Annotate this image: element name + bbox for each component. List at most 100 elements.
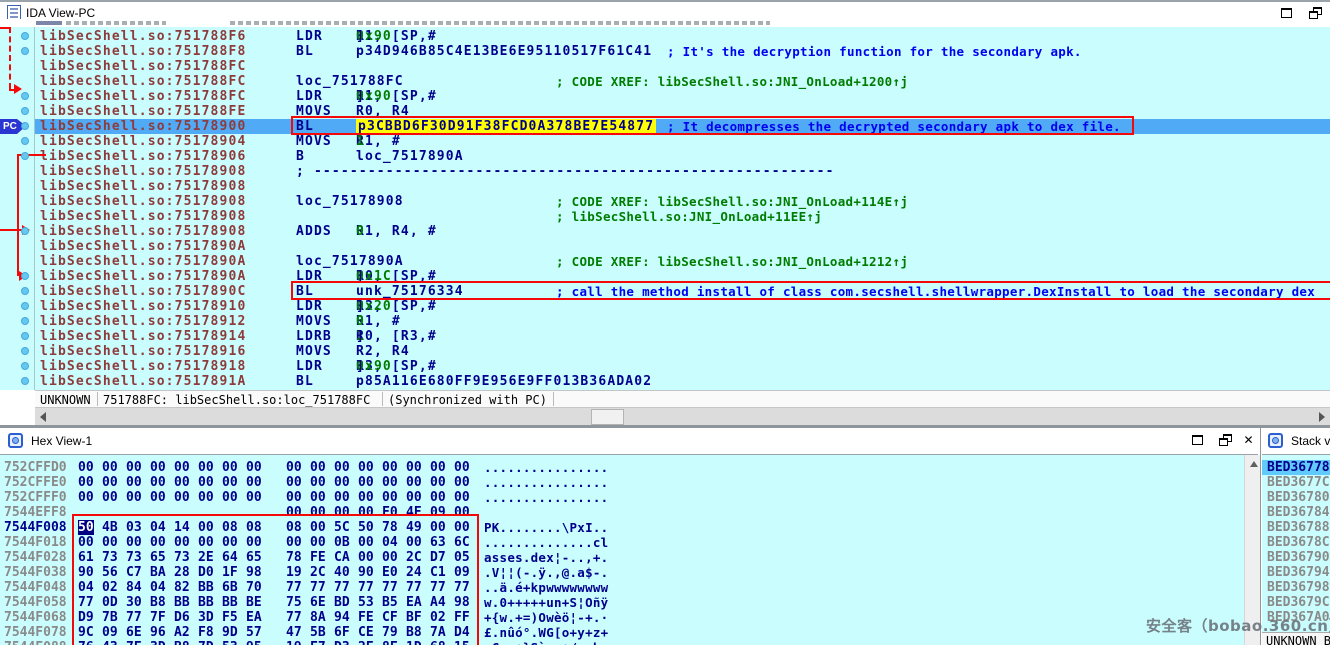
hex-byte[interactable]: 00 bbox=[150, 475, 166, 490]
stack-address-row[interactable]: BED36780 bbox=[1262, 490, 1330, 505]
line-marker-dot[interactable] bbox=[21, 362, 29, 370]
hex-byte[interactable]: 00 bbox=[406, 475, 422, 490]
hex-byte[interactable]: 00 bbox=[430, 460, 446, 475]
hex-scroll-up-button[interactable] bbox=[1246, 455, 1260, 470]
hex-byte[interactable]: 00 bbox=[454, 490, 470, 505]
line-marker-dot[interactable] bbox=[21, 347, 29, 355]
hex-byte[interactable]: 00 bbox=[150, 460, 166, 475]
hex-ascii[interactable]: ................ bbox=[484, 490, 608, 505]
hex-row[interactable]: 752CFFD000000000000000000000000000000000… bbox=[0, 460, 1244, 475]
hex-byte[interactable]: 00 bbox=[78, 490, 94, 505]
hex-byte[interactable]: 00 bbox=[174, 475, 190, 490]
line-marker-dot[interactable] bbox=[21, 287, 29, 295]
scroll-left-button[interactable] bbox=[35, 408, 52, 426]
hex-byte[interactable]: 00 bbox=[334, 490, 350, 505]
stack-address-row[interactable]: BED36784 bbox=[1262, 505, 1330, 520]
hex-byte[interactable]: 00 bbox=[334, 460, 350, 475]
hex-view-titlebar[interactable]: Hex View-1 ✕ bbox=[0, 428, 1258, 455]
hex-ascii[interactable]: ..ä.é+kpwwwwwwww bbox=[484, 580, 608, 595]
hex-byte[interactable]: 00 bbox=[198, 460, 214, 475]
disasm-line[interactable]: libSecShell.so:751788F8BLp34D946B85C4E13… bbox=[0, 44, 1330, 59]
hex-ascii[interactable]: PK........\PxI.. bbox=[484, 520, 608, 535]
hex-ascii[interactable]: £.nûó°.WG[o+y+z+ bbox=[484, 625, 608, 640]
line-marker-dot[interactable] bbox=[21, 377, 29, 385]
stack-address-row[interactable]: BED3679C bbox=[1262, 595, 1330, 610]
hex-byte[interactable]: 00 bbox=[198, 490, 214, 505]
disasm-line[interactable]: libSecShell.so:75178908; ---------------… bbox=[0, 164, 1330, 179]
hex-byte[interactable]: 00 bbox=[198, 475, 214, 490]
disasm-line[interactable]: libSecShell.so:75178908; libSecShell.so:… bbox=[0, 209, 1330, 224]
line-marker-dot[interactable] bbox=[21, 47, 29, 55]
hex-restore-button[interactable] bbox=[1218, 433, 1235, 448]
hex-byte[interactable]: 00 bbox=[246, 490, 262, 505]
hex-byte[interactable]: 00 bbox=[286, 475, 302, 490]
stack-address-row[interactable]: BED36798 bbox=[1262, 580, 1330, 595]
hex-byte[interactable]: 00 bbox=[286, 460, 302, 475]
hex-byte[interactable]: 00 bbox=[358, 490, 374, 505]
hex-ascii[interactable]: +{w.+=)Owèö¦-+.· bbox=[484, 610, 608, 625]
hex-ascii[interactable]: ................ bbox=[484, 460, 608, 475]
line-marker-dot[interactable] bbox=[21, 122, 29, 130]
disasm-line[interactable]: libSecShell.so:7517890A bbox=[0, 239, 1330, 254]
stack-address-row[interactable]: BED3678C bbox=[1262, 535, 1330, 550]
disasm-line[interactable]: libSecShell.so:75178908loc_75178908; COD… bbox=[0, 194, 1330, 209]
disasm-line[interactable]: libSecShell.so:751788FCloc_751788FC; COD… bbox=[0, 74, 1330, 89]
hex-byte[interactable]: 00 bbox=[406, 460, 422, 475]
disasm-line[interactable]: libSecShell.so:75178904MOVSR1, #1 bbox=[0, 134, 1330, 149]
disasm-line[interactable]: libSecShell.so:7517891ABLp85A116E680FF9E… bbox=[0, 374, 1330, 389]
hex-byte[interactable]: 00 bbox=[310, 490, 326, 505]
stack-address-row[interactable]: BED36790 bbox=[1262, 550, 1330, 565]
disasm-line[interactable]: libSecShell.so:751788FCLDRR1, [SP,#0x90] bbox=[0, 89, 1330, 104]
hex-byte[interactable]: 00 bbox=[454, 460, 470, 475]
hex-byte[interactable]: 00 bbox=[126, 460, 142, 475]
line-marker-dot[interactable] bbox=[21, 137, 29, 145]
hex-ascii[interactable]: w.0+++++un+S¦Oñÿ bbox=[484, 595, 608, 610]
hex-byte[interactable]: 00 bbox=[358, 460, 374, 475]
hex-row[interactable]: 752CFFF000000000000000000000000000000000… bbox=[0, 490, 1244, 505]
disasm-line[interactable]: libSecShell.so:751788FC bbox=[0, 59, 1330, 74]
hex-byte[interactable]: 00 bbox=[246, 460, 262, 475]
disasm-line[interactable]: libSecShell.so:75178908 bbox=[0, 179, 1330, 194]
hscroll-thumb[interactable] bbox=[591, 409, 624, 425]
line-marker-dot[interactable] bbox=[21, 152, 29, 160]
hex-maximize-button[interactable] bbox=[1190, 433, 1207, 448]
stack-view-titlebar[interactable]: Stack vi bbox=[1262, 428, 1330, 455]
line-marker-dot[interactable] bbox=[21, 317, 29, 325]
hex-byte[interactable]: 00 bbox=[222, 460, 238, 475]
hex-byte[interactable]: 00 bbox=[102, 490, 118, 505]
disasm-line[interactable]: libSecShell.so:75178914LDRBR0, [R3,#1] bbox=[0, 329, 1330, 344]
hex-byte[interactable]: 00 bbox=[102, 460, 118, 475]
hex-byte[interactable]: 00 bbox=[78, 475, 94, 490]
line-marker-dot[interactable] bbox=[21, 332, 29, 340]
hex-byte[interactable]: 00 bbox=[382, 460, 398, 475]
hex-byte[interactable]: 00 bbox=[382, 475, 398, 490]
hex-byte[interactable]: 00 bbox=[222, 475, 238, 490]
hex-byte[interactable]: 00 bbox=[174, 490, 190, 505]
hex-byte[interactable]: 00 bbox=[310, 460, 326, 475]
disasm-line[interactable]: libSecShell.so:75178906Bloc_7517890A bbox=[0, 149, 1330, 164]
hex-byte[interactable]: 00 bbox=[310, 475, 326, 490]
disassembly-hscrollbar[interactable] bbox=[35, 407, 1330, 425]
line-marker-dot[interactable] bbox=[21, 32, 29, 40]
hex-byte[interactable]: 00 bbox=[286, 490, 302, 505]
disasm-line[interactable]: libSecShell.so:7517890Aloc_7517890A; COD… bbox=[0, 254, 1330, 269]
line-marker-dot[interactable] bbox=[21, 272, 29, 280]
disasm-line[interactable]: libSecShell.so:75178912MOVSR1, #0 bbox=[0, 314, 1330, 329]
hex-byte[interactable]: 00 bbox=[126, 475, 142, 490]
stack-address-row[interactable]: BED36788 bbox=[1262, 520, 1330, 535]
hex-byte[interactable]: 00 bbox=[430, 490, 446, 505]
line-marker-dot[interactable] bbox=[21, 302, 29, 310]
hex-ascii[interactable]: ..............cl bbox=[484, 535, 608, 550]
hex-byte[interactable]: 00 bbox=[358, 475, 374, 490]
disasm-line[interactable]: libSecShell.so:75178916MOVSR2, R4 bbox=[0, 344, 1330, 359]
disasm-line[interactable]: libSecShell.so:751788F6LDRR1, [SP,#0x90] bbox=[0, 29, 1330, 44]
hex-byte[interactable]: 00 bbox=[222, 490, 238, 505]
line-marker-dot[interactable] bbox=[21, 92, 29, 100]
hex-byte[interactable]: 00 bbox=[454, 475, 470, 490]
stack-address-row[interactable]: BED36778 bbox=[1262, 460, 1330, 475]
hex-byte[interactable]: 00 bbox=[334, 475, 350, 490]
hex-row[interactable]: 752CFFE000000000000000000000000000000000… bbox=[0, 475, 1244, 490]
hex-ascii[interactable]: asses.dex¦-..,+. bbox=[484, 550, 608, 565]
hex-ascii[interactable]: ................ bbox=[484, 475, 608, 490]
hex-byte[interactable]: 00 bbox=[150, 490, 166, 505]
